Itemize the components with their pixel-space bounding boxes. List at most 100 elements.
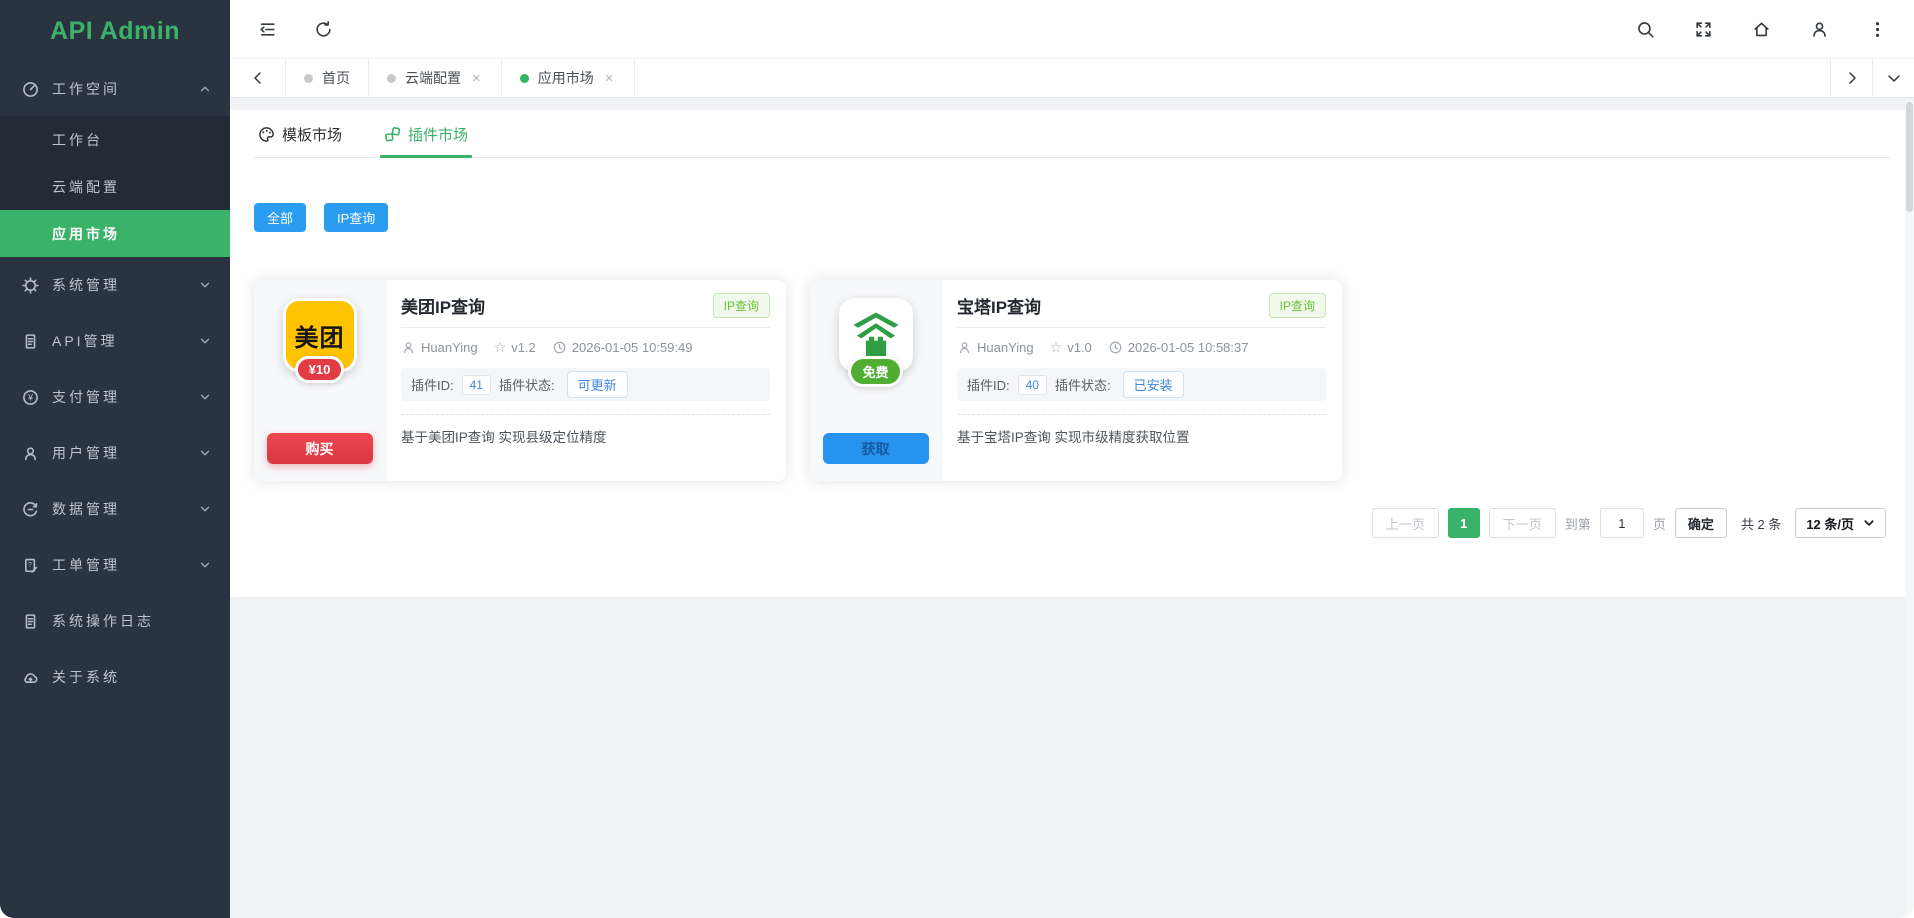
sidebar-item-operation-log[interactable]: 系统操作日志 [0,593,230,649]
goto-page-input[interactable] [1600,508,1644,538]
sidebar-item-workbench[interactable]: 工作台 [0,116,230,163]
get-button[interactable]: 获取 [823,433,929,464]
gear-icon [22,277,39,294]
divider [957,327,1326,328]
chevron-down-icon [198,502,212,516]
clock-icon [1108,340,1123,355]
close-icon[interactable]: × [603,70,616,87]
buy-button[interactable]: 购买 [267,433,373,464]
goto-suffix-label: 页 [1653,514,1666,533]
sidebar-item-workspace[interactable]: 工作空间 [0,62,230,116]
next-page-button[interactable]: 下一页 [1489,508,1556,538]
market-tabs: 模板市场 插件市场 [254,110,1890,158]
home-button[interactable] [1750,18,1772,40]
sidebar-item-api-mgmt[interactable]: API管理 [0,313,230,369]
category-tag[interactable]: IP查询 [713,293,770,318]
chevron-right-icon [1844,70,1860,86]
sidebar-item-label: 工作空间 [52,79,198,99]
sidebar-item-user-mgmt[interactable]: 用户管理 [0,425,230,481]
sidebar-item-payment-mgmt[interactable]: ¥ 支付管理 [0,369,230,425]
sidebar-item-app-market[interactable]: 应用市场 [0,210,230,257]
fullscreen-button[interactable] [1692,18,1714,40]
plugin-icon [384,126,401,143]
version: v1.0 [1067,340,1092,355]
vertical-scrollbar[interactable] [1905,100,1914,915]
sub-item-label: 工作台 [52,130,103,150]
sidebar-item-ticket-mgmt[interactable]: ? 工单管理 [0,537,230,593]
divider [401,327,770,328]
goto-prefix-label: 到第 [1565,514,1591,533]
status-badge[interactable]: 已安装 [1123,371,1184,398]
sidebar-item-about-system[interactable]: 关于系统 [0,649,230,705]
close-icon[interactable]: × [470,70,483,87]
sidebar-item-label: 支付管理 [52,387,198,407]
tab-cloud-config[interactable]: 云端配置 × [369,59,502,97]
workspace-submenu: 工作台 云端配置 应用市场 [0,116,230,257]
author-icon [957,340,972,355]
version: v1.2 [511,340,536,355]
tab-label: 应用市场 [538,68,594,88]
tab-dot [387,74,396,83]
plugin-card-meituan: 美团 ¥10 购买 美团IP查询 IP查询 [254,280,786,481]
pagoda-icon [849,308,903,362]
fullscreen-icon [1694,20,1713,39]
tab-active-dot [520,74,529,83]
plugin-id-value: 41 [462,375,491,395]
tab-dot [304,74,313,83]
app-window: API Admin 工作空间 工作台 云端配置 应用市场 系统管理 [0,0,1914,918]
sidebar-item-system-mgmt[interactable]: 系统管理 [0,257,230,313]
filter-ip-query-button[interactable]: IP查询 [324,203,388,232]
scrollbar-thumb[interactable] [1906,102,1913,212]
sidebar-item-label: 系统管理 [52,275,198,295]
tabs-scroll-right-button[interactable] [1830,59,1872,97]
status-badge[interactable]: 可更新 [567,371,628,398]
tab-app-market[interactable]: 应用市场 × [502,59,635,97]
filter-all-button[interactable]: 全部 [254,203,306,232]
tab-home[interactable]: 首页 [286,59,369,97]
total-count-label: 共 2 条 [1741,514,1781,533]
chevron-up-icon [198,82,212,96]
market-tab-label: 插件市场 [408,124,468,145]
plugin-meta: HuanYing ☆ v1.0 2026-01-05 10:58:37 [957,339,1326,356]
page-size-select[interactable]: 12 条/页 [1795,508,1886,538]
search-button[interactable] [1634,18,1656,40]
author-name: HuanYing [421,340,478,355]
prev-page-button[interactable]: 上一页 [1372,508,1439,538]
version-icon: ☆ [494,339,507,356]
profile-button[interactable] [1808,18,1830,40]
sidebar-item-label: 数据管理 [52,499,198,519]
tab-plugin-market[interactable]: 插件市场 [380,121,472,157]
tabs-menu-button[interactable] [1872,59,1914,97]
category-tag[interactable]: IP查询 [1269,293,1326,318]
ticket-edit-icon: ? [22,557,39,574]
plugin-info-strip: 插件ID: 41 插件状态: 可更新 [401,368,770,401]
tabbar-spacer [635,59,1830,97]
sidebar-item-cloud-config[interactable]: 云端配置 [0,163,230,210]
page-1-button[interactable]: 1 [1448,508,1480,538]
more-menu-button[interactable] [1866,18,1888,40]
app-logo-title: API Admin [0,0,230,62]
publish-date: 2026-01-05 10:58:37 [1128,340,1249,355]
tab-template-market[interactable]: 模板市场 [254,121,346,157]
sidebar-item-data-mgmt[interactable]: 数据管理 [0,481,230,537]
tabs-scroll-left-button[interactable] [230,59,286,97]
chevron-down-icon [198,278,212,292]
content-panel: 模板市场 插件市场 全部 IP查询 [230,110,1914,597]
plugin-info-strip: 插件ID: 40 插件状态: 已安装 [957,368,1326,401]
plugin-description: 基于美团IP查询 实现县级定位精度 [401,426,770,446]
plugin-description: 基于宝塔IP查询 实现市级精度获取位置 [957,426,1326,446]
sub-item-label: 云端配置 [52,177,120,197]
plugin-meta: HuanYing ☆ v1.2 2026-01-05 10:59:49 [401,339,770,356]
pagination: 上一页 1 下一页 到第 页 确定 共 2 条 12 条/页 [254,508,1890,538]
fold-icon [258,20,277,39]
confirm-page-button[interactable]: 确定 [1675,508,1727,538]
card-left-panel: 美团 ¥10 购买 [254,280,386,481]
user-icon [1810,20,1829,39]
data-sync-icon [22,501,39,518]
panel-gap [230,98,1914,110]
collapse-sidebar-button[interactable] [256,18,278,40]
chevron-down-icon [1863,517,1875,529]
chevron-down-icon [198,334,212,348]
search-icon [1636,20,1655,39]
refresh-button[interactable] [312,18,334,40]
